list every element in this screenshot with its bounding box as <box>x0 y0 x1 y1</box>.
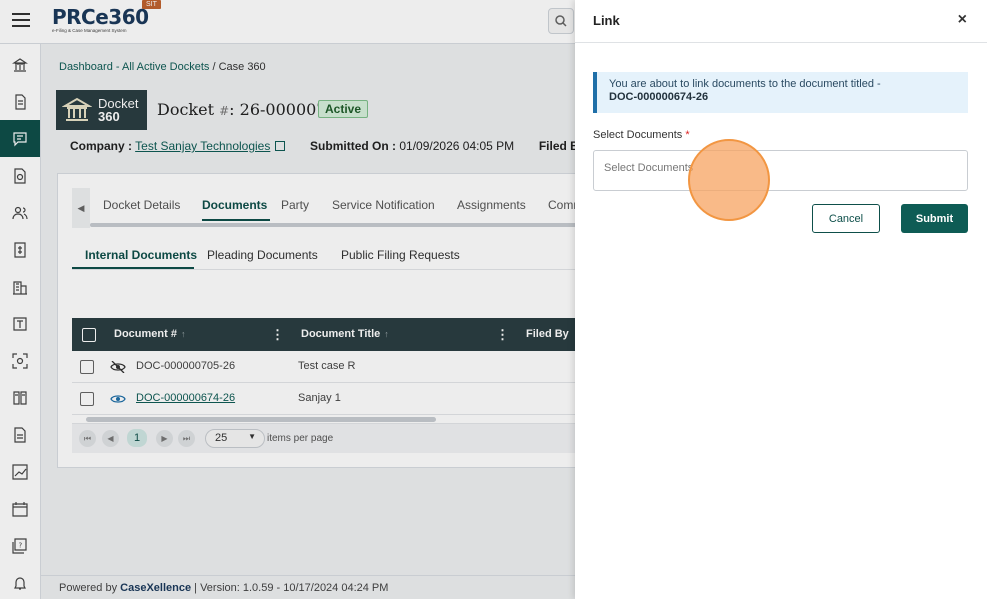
select-documents-label: Select Documents * <box>593 129 690 141</box>
link-documents-panel: Link × You are about to link documents t… <box>575 0 987 599</box>
panel-header: Link × <box>575 0 987 43</box>
submit-button[interactable]: Submit <box>901 204 968 233</box>
click-indicator <box>688 139 770 221</box>
required-asterisk: * <box>685 129 690 141</box>
close-icon[interactable]: × <box>958 11 967 29</box>
info-text: You are about to link documents to the d… <box>609 78 881 90</box>
select-documents-label-text: Select Documents <box>593 129 683 141</box>
info-alert: You are about to link documents to the d… <box>593 72 968 113</box>
panel-title: Link <box>593 13 620 28</box>
info-doc-number: DOC-000000674-26 <box>609 91 709 103</box>
cancel-button[interactable]: Cancel <box>812 204 880 233</box>
select-documents-dropdown[interactable]: Select Documents <box>593 150 968 191</box>
